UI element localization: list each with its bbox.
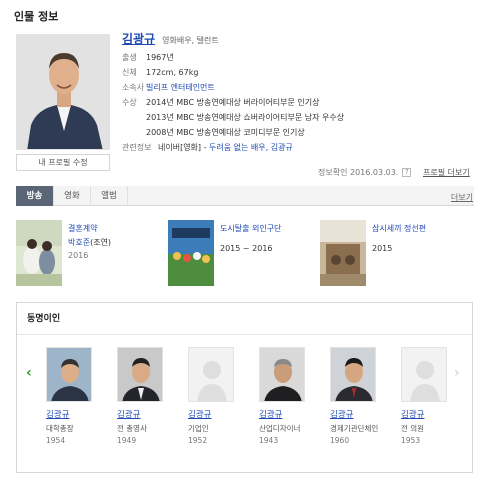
work-year: 2015 ~ 2016	[220, 244, 273, 253]
tab-album[interactable]: 앨범	[91, 186, 128, 206]
person-name-link[interactable]: 김광규	[401, 408, 447, 420]
award-item: 2008년 MBC 방송연예대상 코미디부문 인기상	[146, 128, 305, 137]
related-link[interactable]: 두려움 없는 배우, 김광규	[209, 143, 293, 152]
person-year: 1953	[401, 436, 421, 445]
person-photo[interactable]	[330, 347, 376, 402]
same-name-person[interactable]: 김광규 대학총장 1954	[46, 347, 92, 445]
work-poster[interactable]	[168, 220, 214, 286]
works-more-link[interactable]: 더보기	[451, 192, 473, 203]
work-poster-image	[16, 220, 62, 286]
more-profile-link[interactable]: 프로필 더보기	[423, 167, 470, 178]
related-label: 관련정보	[122, 143, 152, 152]
person-name-link[interactable]: 김광규	[46, 408, 92, 420]
body-value: 172cm, 67kg	[146, 68, 199, 77]
profile-info: 김광규 영화배우, 탤런트 출생 1967년 신체 172cm, 67kg 소속…	[122, 30, 492, 155]
same-name-person[interactable]: 김광규 전 총영사 1949	[117, 347, 163, 445]
work-year: 2016	[68, 251, 89, 260]
work-poster-image	[320, 220, 366, 286]
work-poster-image	[168, 220, 214, 286]
person-year: 1952	[188, 436, 208, 445]
same-name-section: 동명이인 ‹ › 김광규 대학총장 1954 김광규 전 총영사 1949 김광…	[16, 302, 473, 473]
profile-photo[interactable]	[16, 34, 110, 150]
person-name-link[interactable]: 김광규	[259, 408, 305, 420]
role-type: (조연)	[90, 238, 112, 247]
work-role: 박호준(조연)	[68, 237, 111, 248]
work-title[interactable]: 삼시세끼 정선편	[372, 223, 426, 234]
same-name-title: 동명이인	[17, 303, 472, 335]
related-row: 관련정보 네이버[영화] - 두려움 없는 배우, 김광규	[122, 140, 492, 155]
edit-profile-button[interactable]: 내 프로필 수정	[16, 154, 110, 171]
work-item[interactable]: 삼시세끼 정선편 2015	[320, 220, 470, 286]
person-job: 전 의원	[401, 424, 425, 433]
person-year: 1954	[46, 436, 66, 445]
person-job: 대학총장	[46, 424, 74, 433]
birth-row: 출생 1967년	[122, 50, 492, 65]
person-photo[interactable]	[259, 347, 305, 402]
person-job: 전 총영사	[117, 424, 147, 433]
person-job: 경제기관단체인	[330, 424, 379, 433]
work-year: 2015	[372, 244, 393, 253]
role-name-link[interactable]: 박호준	[68, 238, 90, 247]
work-item[interactable]: 도시탈출 외인구단 2015 ~ 2016	[168, 220, 308, 286]
award-item: 2014년 MBC 방송연예대상 버라이어티부문 인기상	[146, 98, 320, 107]
person-photo-image	[118, 348, 162, 401]
works-list: 결혼계약 박호준(조연) 2016 도시탈출 외인구단 2015 ~ 2016	[16, 220, 474, 290]
work-poster[interactable]	[320, 220, 366, 286]
related-source: 네이버[영화] -	[158, 143, 210, 152]
body-row: 신체 172cm, 67kg	[122, 65, 492, 80]
person-year: 1960	[330, 436, 350, 445]
awards-label: 수상	[122, 98, 137, 107]
work-poster[interactable]	[16, 220, 62, 286]
tab-movie[interactable]: 영화	[54, 186, 91, 206]
birth-value: 1967년	[146, 53, 174, 62]
person-job: 영화배우, 탤런트	[162, 36, 219, 45]
chevron-right-icon[interactable]: ›	[454, 365, 460, 381]
person-silhouette-icon	[189, 348, 233, 401]
person-job: 기업인	[188, 424, 209, 433]
person-year: 1943	[259, 436, 279, 445]
same-name-person[interactable]: 김광규 전 의원 1953	[401, 347, 447, 445]
birth-label: 출생	[122, 53, 137, 62]
person-name-link[interactable]: 김광규	[188, 408, 234, 420]
works-tabs: 방송 영화 앨범 더보기	[16, 186, 474, 206]
person-job: 산업디자이너	[259, 424, 301, 433]
help-icon[interactable]: ?	[402, 168, 412, 177]
person-photo[interactable]	[46, 347, 92, 402]
same-name-person[interactable]: 김광규 기업인 1952	[188, 347, 234, 445]
person-photo-image	[260, 348, 304, 401]
person-name-link[interactable]: 김광규	[117, 408, 163, 420]
award-item: 2013년 MBC 방송연예대상 쇼버라이어티부문 남자 우수상	[146, 113, 345, 122]
work-item[interactable]: 결혼계약 박호준(조연) 2016	[16, 220, 156, 286]
same-name-person[interactable]: 김광규 경제기관단체인 1960	[330, 347, 379, 445]
tab-broadcast[interactable]: 방송	[16, 186, 54, 206]
person-photo-placeholder[interactable]	[188, 347, 234, 402]
person-name-link[interactable]: 김광규	[330, 408, 376, 420]
person-name-link[interactable]: 김광규	[122, 30, 155, 47]
person-photo[interactable]	[117, 347, 163, 402]
info-check: 정보확인 2016.03.03. ?	[318, 167, 412, 178]
person-silhouette-icon	[402, 348, 446, 401]
body-label: 신체	[122, 68, 137, 77]
person-photo-image	[47, 348, 91, 401]
section-title: 인물 정보	[14, 10, 59, 23]
agency-label: 소속사	[122, 83, 145, 92]
person-photo-placeholder[interactable]	[401, 347, 447, 402]
agency-link[interactable]: 빌리프 엔터테인먼트	[146, 80, 215, 95]
work-title[interactable]: 도시탈출 외인구단	[220, 223, 281, 234]
awards-row: 수상 2014년 MBC 방송연예대상 버라이어티부문 인기상 2013년 MB…	[122, 95, 492, 140]
chevron-left-icon[interactable]: ‹	[26, 365, 32, 381]
same-name-person[interactable]: 김광규 산업디자이너 1943	[259, 347, 305, 445]
person-photo-image	[331, 348, 375, 401]
profile-photo-image	[17, 35, 109, 149]
info-check-date: 정보확인 2016.03.03.	[318, 168, 399, 177]
person-year: 1949	[117, 436, 137, 445]
work-title[interactable]: 결혼계약	[68, 223, 97, 234]
agency-row: 소속사 빌리프 엔터테인먼트	[122, 80, 492, 95]
